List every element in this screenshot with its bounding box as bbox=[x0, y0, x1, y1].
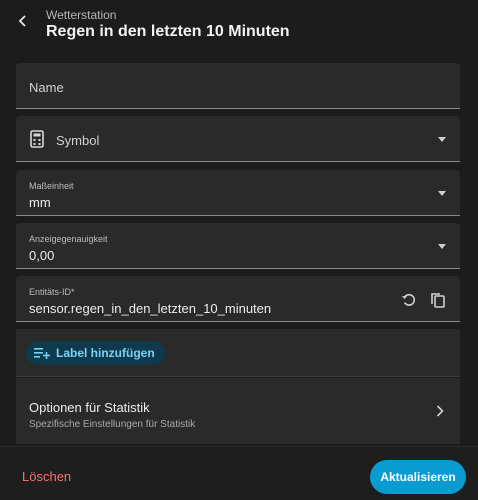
name-field-label: Name bbox=[29, 80, 64, 95]
unit-select[interactable]: Maßeinheit mm bbox=[16, 170, 460, 216]
add-label-button[interactable]: Label hinzufügen bbox=[26, 341, 165, 365]
chevron-down-icon bbox=[438, 244, 446, 249]
back-button[interactable] bbox=[12, 10, 34, 32]
header-subtitle: Wetterstation bbox=[46, 8, 117, 22]
restore-icon bbox=[402, 293, 416, 306]
label-section: Label hinzufügen bbox=[16, 329, 460, 377]
statistics-subtitle: Spezifische Einstellungen für Statistik bbox=[29, 419, 196, 430]
add-label-text: Label hinzufügen bbox=[56, 346, 155, 360]
unit-field-value: mm bbox=[29, 195, 51, 210]
entity-id-value[interactable]: sensor.regen_in_den_letzten_10_minuten bbox=[29, 301, 271, 316]
chevron-left-icon bbox=[18, 15, 26, 27]
statistics-options-item[interactable]: Optionen für Statistik Spezifische Einst… bbox=[16, 378, 460, 444]
delete-button[interactable]: Löschen bbox=[22, 469, 71, 484]
precision-field-value: 0,00 bbox=[29, 248, 55, 263]
playlist-add-icon bbox=[34, 348, 50, 359]
name-field[interactable]: Name bbox=[16, 63, 460, 109]
chevron-down-icon bbox=[438, 137, 446, 142]
copy-icon bbox=[431, 292, 445, 308]
dialog-footer: Löschen Aktualisieren bbox=[0, 446, 478, 500]
calculator-icon bbox=[30, 130, 44, 148]
statistics-title: Optionen für Statistik bbox=[29, 400, 150, 415]
unit-field-label: Maßeinheit bbox=[29, 181, 74, 191]
symbol-select[interactable]: Symbol bbox=[16, 116, 460, 162]
restore-button[interactable] bbox=[399, 290, 419, 310]
copy-button[interactable] bbox=[428, 290, 448, 310]
dialog-header: Wetterstation Regen in den letzten 10 Mi… bbox=[0, 0, 478, 50]
chevron-right-icon bbox=[436, 405, 444, 417]
symbol-field-label: Symbol bbox=[56, 133, 100, 148]
update-button[interactable]: Aktualisieren bbox=[370, 460, 466, 494]
precision-select[interactable]: Anzeigegenauigkeit 0,00 bbox=[16, 223, 460, 269]
chevron-down-icon bbox=[438, 191, 446, 196]
entity-id-field[interactable]: Entitäts-ID* sensor.regen_in_den_letzten… bbox=[16, 276, 460, 322]
entity-id-label: Entitäts-ID* bbox=[29, 287, 75, 297]
page-title: Regen in den letzten 10 Minuten bbox=[46, 23, 290, 40]
precision-field-label: Anzeigegenauigkeit bbox=[29, 234, 108, 244]
